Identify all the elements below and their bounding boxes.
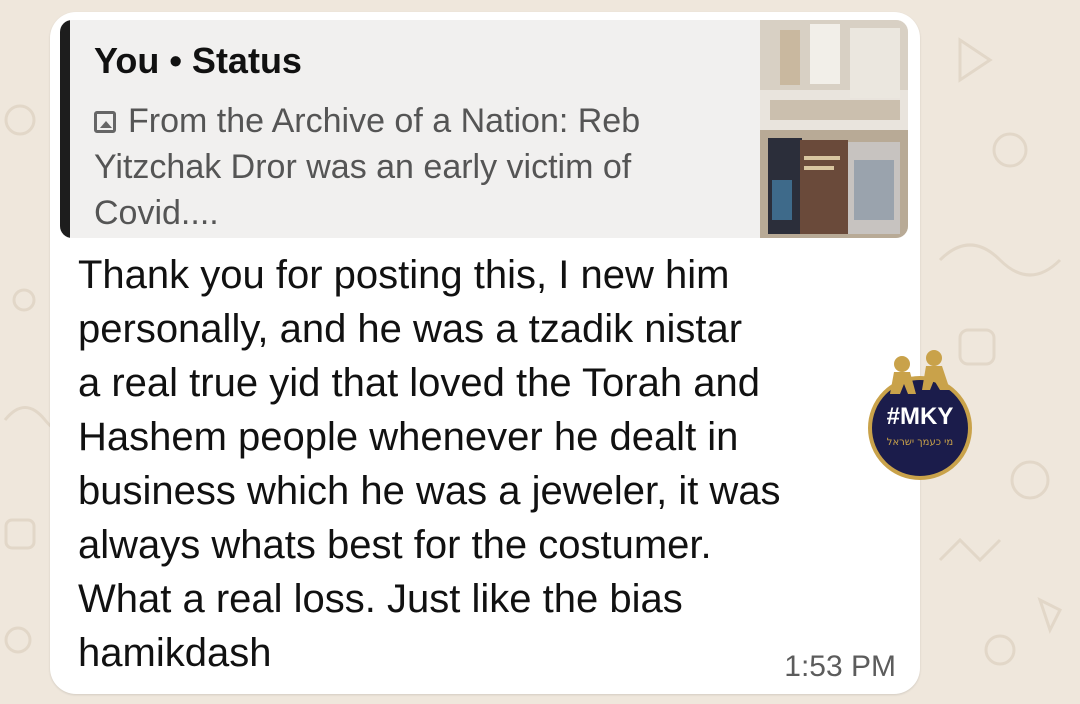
sticker-label: #MKY — [887, 403, 954, 430]
message-text: Thank you for posting this, I new him pe… — [78, 253, 781, 675]
message-bubble[interactable]: You • Status From the Archive of a Natio… — [50, 12, 920, 694]
quote-author: You • Status — [94, 40, 302, 81]
quote-preview-text: From the Archive of a Nation: Reb Yitzch… — [94, 102, 641, 232]
sticker-subtitle: מי כעמך ישראל — [887, 437, 953, 448]
quoted-status-reply[interactable]: You • Status From the Archive of a Natio… — [60, 20, 908, 238]
status-thumbnail[interactable] — [760, 20, 908, 238]
quote-preview: From the Archive of a Nation: Reb Yitzch… — [94, 98, 734, 236]
image-icon — [94, 111, 116, 133]
quote-accent-bar — [60, 20, 70, 238]
mky-sticker-logo: #MKY מי כעמך ישראל — [868, 350, 972, 480]
message-timestamp: 1:53 PM — [784, 650, 896, 683]
